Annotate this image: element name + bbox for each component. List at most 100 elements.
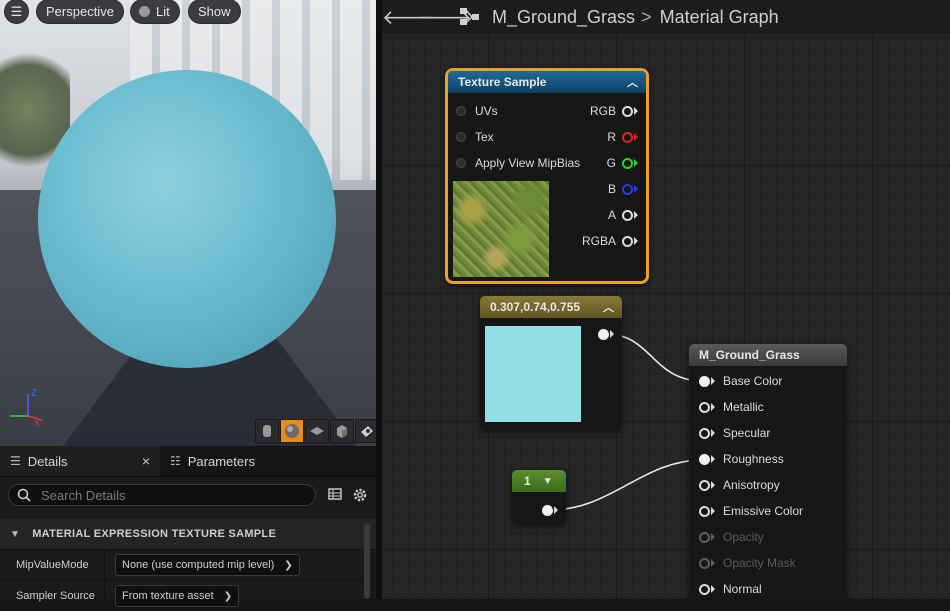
dropdown-value: None (use computed mip level) bbox=[122, 559, 275, 571]
input-pin-metallic[interactable]: Metallic bbox=[699, 397, 764, 417]
node-header[interactable]: Texture Sample ︿ bbox=[448, 71, 646, 93]
pin-arrow-icon bbox=[634, 159, 638, 167]
pin-label: G bbox=[606, 156, 616, 170]
details-search-row bbox=[0, 477, 376, 513]
collapse-icon[interactable]: ︿ bbox=[603, 299, 614, 315]
search-input[interactable] bbox=[39, 486, 303, 504]
collapse-icon[interactable]: ︿ bbox=[627, 74, 638, 90]
pin-icon bbox=[699, 479, 710, 491]
mip-value-mode-dropdown[interactable]: None (use computed mip level) ❯ bbox=[115, 554, 300, 576]
search-icon bbox=[17, 488, 31, 502]
input-pin-mipbias[interactable]: Apply View MipBias bbox=[456, 153, 580, 173]
plane-icon[interactable] bbox=[305, 419, 329, 443]
pin-arrow-icon bbox=[711, 559, 715, 567]
output-pin-b[interactable]: B bbox=[608, 179, 638, 199]
node-title: M_Ground_Grass bbox=[699, 348, 800, 362]
pin-icon bbox=[699, 427, 710, 439]
texture-thumbnail bbox=[453, 181, 549, 277]
pin-icon bbox=[542, 504, 553, 516]
output-pin-a[interactable]: A bbox=[608, 205, 638, 225]
input-pin-roughness[interactable]: Roughness bbox=[699, 449, 784, 469]
pin-arrow-icon bbox=[711, 481, 715, 489]
pin-label: RGB bbox=[589, 104, 616, 118]
input-pin-emissive-color[interactable]: Emissive Color bbox=[699, 501, 803, 521]
pin-icon bbox=[699, 531, 710, 543]
custom-mesh-icon[interactable] bbox=[355, 419, 376, 443]
details-search-box[interactable] bbox=[8, 484, 316, 506]
output-pin-g[interactable]: G bbox=[607, 153, 638, 173]
close-icon[interactable]: × bbox=[142, 453, 150, 469]
texture-sample-node[interactable]: Texture Sample ︿ UVs Tex Apply View MipB… bbox=[445, 68, 649, 284]
tab-parameters-label: Parameters bbox=[187, 453, 255, 469]
pin-icon bbox=[622, 183, 633, 195]
tab-details[interactable]: ☰ Details × bbox=[0, 446, 160, 476]
pin-icon bbox=[699, 375, 710, 387]
pin-arrow-icon bbox=[711, 403, 715, 411]
cylinder-icon[interactable] bbox=[255, 419, 279, 443]
pin-arrow-icon bbox=[711, 455, 715, 463]
scalar-constant-node[interactable]: 1 ▼ bbox=[512, 470, 566, 524]
pin-icon bbox=[699, 505, 710, 517]
input-pin-base-color[interactable]: Base Color bbox=[699, 371, 782, 391]
graph-icon bbox=[460, 8, 479, 25]
color-constant-node[interactable]: 0.307,0.74,0.755 ︿ bbox=[480, 296, 622, 430]
output-pin-scalar[interactable] bbox=[542, 500, 558, 520]
pin-label: R bbox=[607, 130, 616, 144]
section-header[interactable]: ▼ MATERIAL EXPRESSION TEXTURE SAMPLE bbox=[0, 519, 376, 549]
show-button[interactable]: Show bbox=[189, 0, 240, 23]
output-pin-color[interactable] bbox=[598, 324, 614, 344]
breadcrumb-separator: > bbox=[641, 6, 652, 27]
input-pin-uvs[interactable]: UVs bbox=[456, 101, 498, 121]
input-pin-tex[interactable]: Tex bbox=[456, 127, 494, 147]
node-header[interactable]: M_Ground_Grass bbox=[689, 344, 847, 366]
cube-icon[interactable] bbox=[330, 419, 354, 443]
details-icon: ☰ bbox=[10, 454, 21, 468]
input-pin-opacity: Opacity bbox=[699, 527, 764, 547]
forward-arrow-icon[interactable]: 🡒 bbox=[418, 5, 472, 30]
pin-icon bbox=[456, 106, 466, 116]
details-panel: ☰ Details × ☷ Parameters ▼ MATERIAL EXPR… bbox=[0, 446, 376, 611]
lit-button[interactable]: Lit bbox=[131, 0, 179, 23]
pin-label: Normal bbox=[723, 582, 762, 596]
sampler-source-dropdown[interactable]: From texture asset ❯ bbox=[115, 585, 240, 607]
tab-parameters[interactable]: ☷ Parameters bbox=[160, 446, 265, 476]
graph-toolbar: 🡐 🡒 M_Ground_Grass > Material Graph bbox=[382, 0, 950, 34]
color-swatch[interactable] bbox=[485, 326, 581, 422]
material-result-node[interactable]: M_Ground_Grass Base Color Metallic Specu… bbox=[689, 344, 847, 599]
section-title: MATERIAL EXPRESSION TEXTURE SAMPLE bbox=[32, 528, 277, 540]
sphere-icon[interactable] bbox=[280, 419, 304, 443]
pin-arrow-icon bbox=[634, 237, 638, 245]
table-view-icon[interactable] bbox=[328, 487, 342, 501]
gear-icon[interactable] bbox=[352, 487, 368, 503]
perspective-button[interactable]: Perspective bbox=[37, 0, 123, 23]
axis-gizmo: Z X bbox=[10, 388, 43, 426]
output-pin-r[interactable]: R bbox=[607, 127, 638, 147]
scalar-value: 1 bbox=[524, 474, 531, 488]
input-pin-anisotropy[interactable]: Anisotropy bbox=[699, 475, 780, 495]
details-scrollbar[interactable] bbox=[364, 524, 370, 599]
property-divider bbox=[104, 581, 105, 611]
property-name: MipValueMode bbox=[16, 559, 89, 571]
back-arrow-icon[interactable]: 🡐 bbox=[382, 5, 436, 30]
property-divider bbox=[104, 550, 105, 580]
input-pin-specular[interactable]: Specular bbox=[699, 423, 770, 443]
viewport-menu-button[interactable]: ☰ bbox=[5, 0, 28, 23]
material-preview-viewport[interactable]: ☰ Perspective Lit Show Z X bbox=[0, 0, 376, 446]
pin-label: RGBA bbox=[581, 234, 616, 248]
pin-icon bbox=[622, 131, 633, 143]
node-header[interactable]: 0.307,0.74,0.755 ︿ bbox=[480, 296, 622, 318]
material-graph-canvas[interactable]: 🡐 🡒 M_Ground_Grass > Material Graph Text… bbox=[382, 0, 950, 599]
chevron-down-icon: ❯ bbox=[223, 590, 233, 602]
output-pin-rgba[interactable]: RGBA bbox=[582, 231, 638, 251]
node-header[interactable]: 1 ▼ bbox=[512, 470, 566, 492]
output-pin-rgb[interactable]: RGB bbox=[590, 101, 638, 121]
input-pin-normal[interactable]: Normal bbox=[699, 579, 762, 599]
breadcrumb-asset[interactable]: M_Ground_Grass bbox=[492, 7, 635, 28]
pin-icon bbox=[699, 557, 710, 569]
pin-label: Opacity Mask bbox=[723, 556, 796, 570]
pin-icon bbox=[622, 105, 633, 117]
pin-icon bbox=[456, 132, 466, 142]
details-tab-bar: ☰ Details × ☷ Parameters bbox=[0, 446, 376, 477]
breadcrumb-graph: Material Graph bbox=[659, 6, 779, 27]
chevron-down-icon[interactable]: ▼ bbox=[543, 476, 553, 487]
